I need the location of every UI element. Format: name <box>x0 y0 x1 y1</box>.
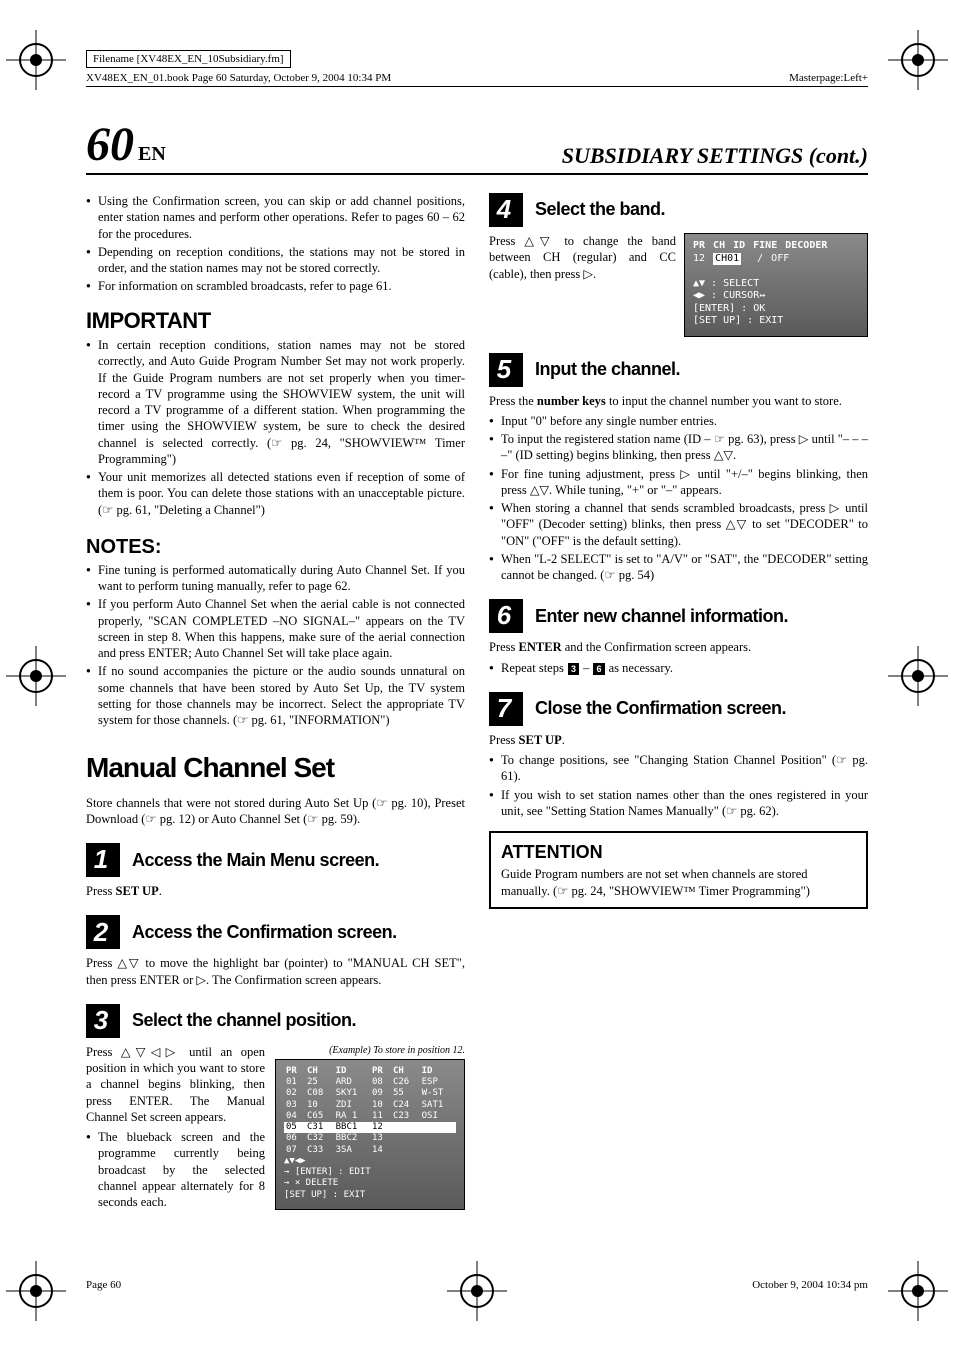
crop-mark-icon <box>888 30 948 90</box>
list-item: Input "0" before any single number entri… <box>489 413 868 429</box>
list-item: To input the registered station name (ID… <box>489 431 868 464</box>
step-5-bullets: Input "0" before any single number entri… <box>489 413 868 584</box>
step-title: Select the band. <box>535 198 665 221</box>
notes-bullets: Fine tuning is performed automatically d… <box>86 562 465 729</box>
list-item: The blueback screen and the programme cu… <box>86 1129 265 1210</box>
list-item: To change positions, see "Changing Stati… <box>489 752 868 785</box>
step-3-bullets: The blueback screen and the programme cu… <box>86 1129 265 1210</box>
page-number-value: 60 <box>86 118 134 171</box>
step-5-header: 5 Input the channel. <box>489 353 868 387</box>
crop-mark-icon <box>6 646 66 706</box>
step-3-header: 3 Select the channel position. <box>86 1004 465 1038</box>
osd-screen-manual-set: PRCHIDPRCHID0125ARD08C26ESP02C08SKY10955… <box>275 1059 465 1210</box>
step-title: Access the Main Menu screen. <box>132 849 379 872</box>
list-item: Using the Confirmation screen, you can s… <box>86 193 465 242</box>
attention-body: Guide Program numbers are not set when c… <box>501 866 856 899</box>
list-item: When "L-2 SELECT" is set to "A/V" or "SA… <box>489 551 868 584</box>
step-title: Access the Confirmation screen. <box>132 921 397 944</box>
list-item: Your unit memorizes all detected station… <box>86 469 465 518</box>
left-column: Using the Confirmation screen, you can s… <box>86 193 465 1212</box>
step-number-icon: 3 <box>86 1004 120 1038</box>
page-number-suffix: EN <box>138 143 166 165</box>
crop-mark-icon <box>447 1261 507 1321</box>
step-number-icon: 2 <box>86 915 120 949</box>
intro-bullets: Using the Confirmation screen, you can s… <box>86 193 465 295</box>
list-item: In certain reception conditions, station… <box>86 337 465 467</box>
important-bullets: In certain reception conditions, station… <box>86 337 465 518</box>
footer-right: October 9, 2004 10:34 pm <box>752 1279 868 1291</box>
step-title: Enter new channel information. <box>535 605 788 628</box>
page-title-bar: 60EN SUBSIDIARY SETTINGS (cont.) <box>86 121 868 175</box>
step-1-header: 1 Access the Main Menu screen. <box>86 843 465 877</box>
step-7-bullets: To change positions, see "Changing Stati… <box>489 752 868 819</box>
step-title: Input the channel. <box>535 358 680 381</box>
step-5-body: Press the number keys to input the chann… <box>489 393 868 409</box>
manual-intro: Store channels that were not stored duri… <box>86 795 465 828</box>
list-item: For information on scrambled broadcasts,… <box>86 278 465 294</box>
notes-heading: NOTES: <box>86 534 465 560</box>
list-item: If no sound accompanies the picture or t… <box>86 663 465 728</box>
step-number-icon: 6 <box>489 599 523 633</box>
masterpage-label: Masterpage:Left+ <box>789 72 868 84</box>
manual-channel-set-heading: Manual Channel Set <box>86 750 465 786</box>
step-2-body: Press △▽ to move the highlight bar (poin… <box>86 955 465 988</box>
crop-mark-icon <box>6 1261 66 1321</box>
page-footer: Page 60 October 9, 2004 10:34 pm <box>86 1279 868 1291</box>
step-title: Select the channel position. <box>132 1009 356 1032</box>
book-page-info: XV48EX_EN_01.book Page 60 Saturday, Octo… <box>86 72 391 84</box>
step-4-body: Press △▽ to change the band between CH (… <box>489 233 676 282</box>
step-number-icon: 7 <box>489 692 523 726</box>
step-number-icon: 4 <box>489 193 523 227</box>
step-2-header: 2 Access the Confirmation screen. <box>86 915 465 949</box>
footer-left: Page 60 <box>86 1279 121 1291</box>
osd-screen-band-select: PRCHIDFINEDECODER12CH01/OFF▲▼ : SELECT◀▶… <box>684 233 868 337</box>
filename-box: Filename [XV48EX_EN_10Subsidiary.fm] <box>86 50 291 68</box>
crop-mark-icon <box>888 1261 948 1321</box>
osd-caption: (Example) To store in position 12. <box>275 1044 465 1057</box>
step-number-icon: 1 <box>86 843 120 877</box>
right-column: 4 Select the band. PRCHIDFINEDECODER12CH… <box>489 193 868 1212</box>
crop-mark-icon <box>888 646 948 706</box>
page-number: 60EN <box>86 121 166 169</box>
step-number-icon: 5 <box>489 353 523 387</box>
step-7-header: 7 Close the Confirmation screen. <box>489 692 868 726</box>
step-title: Close the Confirmation screen. <box>535 697 786 720</box>
section-title: SUBSIDIARY SETTINGS (cont.) <box>562 143 868 169</box>
list-item: Fine tuning is performed automatically d… <box>86 562 465 595</box>
attention-box: ATTENTION Guide Program numbers are not … <box>489 831 868 909</box>
list-item: Repeat steps 3 – 6 as necessary. <box>489 660 868 676</box>
step-3-body: Press △▽◁▷ until an open position in whi… <box>86 1044 265 1125</box>
step-6-body: Press ENTER and the Confirmation screen … <box>489 639 868 655</box>
step-6-header: 6 Enter new channel information. <box>489 599 868 633</box>
crop-mark-icon <box>6 30 66 90</box>
list-item: When storing a channel that sends scramb… <box>489 500 868 549</box>
important-heading: IMPORTANT <box>86 307 465 336</box>
step-6-bullets: Repeat steps 3 – 6 as necessary. <box>489 660 868 676</box>
attention-heading: ATTENTION <box>501 841 856 864</box>
step-7-body: Press SET UP. <box>489 732 868 748</box>
list-item: If you perform Auto Channel Set when the… <box>86 596 465 661</box>
list-item: If you wish to set station names other t… <box>489 787 868 820</box>
step-4-header: 4 Select the band. <box>489 193 868 227</box>
list-item: For fine tuning adjustment, press ▷ unti… <box>489 466 868 499</box>
list-item: Depending on reception conditions, the s… <box>86 244 465 277</box>
step-1-body: Press SET UP. <box>86 883 465 899</box>
header-row: XV48EX_EN_01.book Page 60 Saturday, Octo… <box>86 72 868 87</box>
